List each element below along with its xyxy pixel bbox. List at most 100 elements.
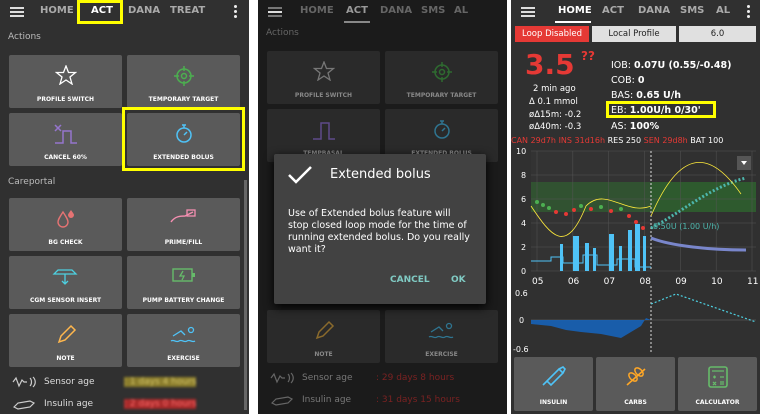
menu-icon[interactable] <box>10 7 24 17</box>
bg-point <box>641 226 645 230</box>
y-tick-label: 0.6 <box>515 289 528 298</box>
tab-act[interactable]: ACT <box>602 5 624 16</box>
tab-al[interactable]: AL <box>716 5 730 16</box>
profile-switch-button[interactable]: PROFILE SWITCH <box>9 55 122 108</box>
tab-dana[interactable]: DANA <box>638 5 670 16</box>
basal-bar <box>585 243 589 271</box>
bg-chart: 0246810 05 06 07 08 09 10 11 0.50U (1.00 U/h) <box>516 147 758 287</box>
as-label: AS: <box>611 121 627 132</box>
tab-home[interactable]: HOME <box>40 5 74 16</box>
y-tick-label: 6 <box>521 195 526 204</box>
y-tick-label: 2 <box>521 243 526 252</box>
cob-label: COB: <box>611 75 635 86</box>
calculator-label: CALCULATOR <box>695 399 740 406</box>
swimmer-icon <box>170 326 195 343</box>
y-tick-label: 10 <box>516 147 526 156</box>
basal-bar <box>635 224 640 271</box>
insulin-label: INSULIN <box>539 399 568 406</box>
delta: Δ 0.1 mmol <box>529 97 578 107</box>
overflow-menu-icon[interactable] <box>747 5 750 18</box>
cancel-tempbasal-icon <box>53 124 77 144</box>
y-tick-label: 0 <box>521 267 526 276</box>
exercise-label: EXERCISE <box>425 351 458 358</box>
prime-fill-button[interactable]: PRIME/FILL <box>127 198 240 251</box>
basal-bar <box>593 248 596 271</box>
tempbasal-icon <box>312 122 335 140</box>
scrollbar[interactable] <box>244 180 247 410</box>
menu-icon[interactable] <box>521 7 535 17</box>
y-tick-label: -0.6 <box>513 345 529 354</box>
tab-dana[interactable]: DANA <box>128 5 160 16</box>
tab-al[interactable]: AL <box>454 5 468 16</box>
stopwatch-icon <box>433 120 450 139</box>
insulin-button[interactable]: INSULIN <box>514 357 593 411</box>
tab-sms[interactable]: SMS <box>680 5 704 16</box>
pump-battery-change-label: PUMP BATTERY CHANGE <box>142 297 225 304</box>
insulin-age: INS 31d16h <box>558 136 606 145</box>
bg-point <box>599 205 603 209</box>
tab-sms[interactable]: SMS <box>421 5 445 16</box>
dialog-message: Use of Extended bolus feature will stop … <box>288 208 470 255</box>
wheat-icon <box>625 367 646 386</box>
loop-status-button[interactable]: Loop Disabled <box>515 26 589 42</box>
temporary-target-button[interactable]: TEMPORARY TARGET <box>385 51 498 104</box>
pencil-icon <box>315 320 334 340</box>
cob-row: COB: 0 <box>611 75 645 86</box>
cancel-60-button[interactable]: CANCEL 60% <box>9 113 122 166</box>
insulin-age-value: : 31 days 15 hours <box>376 395 460 405</box>
syringe-icon <box>270 396 294 406</box>
syringe-icon <box>12 400 36 410</box>
dialog-ok-button[interactable]: OK <box>451 275 466 285</box>
profile-switch-label: PROFILE SWITCH <box>36 96 95 103</box>
dialog-title: Extended bolus <box>330 167 431 182</box>
menu-icon[interactable] <box>268 7 282 17</box>
bg-value: 3.5 <box>525 48 575 81</box>
bg-point <box>619 207 623 211</box>
overflow-menu-icon[interactable] <box>234 5 237 18</box>
bg-point <box>572 208 576 212</box>
tab-home[interactable]: HOME <box>300 5 334 16</box>
y-tick-label: 4 <box>521 219 526 228</box>
profile-button[interactable]: Local Profile <box>592 26 676 42</box>
top-bar: HOME ACT DANA TREAT <box>0 0 249 24</box>
tab-dana[interactable]: DANA <box>380 5 412 16</box>
bg-point <box>541 203 545 207</box>
prediction-annotation: 0.50U (1.00 U/h) <box>653 222 719 231</box>
insulin-age-label: Insulin age <box>44 399 94 409</box>
note-button[interactable]: NOTE <box>9 314 122 367</box>
temporary-target-button[interactable]: TEMPORARY TARGET <box>127 55 240 108</box>
sensor-age-value: : 29 days 8 hours <box>376 373 455 383</box>
carbs-label: CARBS <box>624 399 647 406</box>
bg-point <box>609 209 613 213</box>
profile-switch-button[interactable]: PROFILE SWITCH <box>267 51 380 104</box>
calculator-button[interactable]: CALCULATOR <box>678 357 757 411</box>
bg-point <box>547 206 551 210</box>
pump-battery-change-button[interactable]: PUMP BATTERY CHANGE <box>127 256 240 309</box>
calculator-icon <box>707 366 728 388</box>
tab-home[interactable]: HOME <box>558 5 592 16</box>
tab-act[interactable]: ACT <box>346 5 368 16</box>
bg-point <box>627 214 631 218</box>
insulin-age-label: Insulin age <box>302 395 352 405</box>
note-button[interactable]: NOTE <box>267 310 380 363</box>
basal-bar <box>628 230 632 271</box>
highlight-extended-bolus <box>122 107 245 171</box>
bg-check-button[interactable]: BG CHECK <box>9 198 122 251</box>
crosshair-icon <box>431 62 452 82</box>
iob-value: 0.07U (0.55/-0.48) <box>634 60 732 71</box>
y-tick-labels: 0 2 4 6 8 10 <box>516 147 526 276</box>
target-button[interactable]: 6.0 <box>679 26 756 42</box>
sensor-age-value: : 1 days 4 hours <box>124 377 197 387</box>
extended-bolus-dialog-screen: HOME ACT DANA SMS AL Actions PROFILE SWI… <box>258 0 507 414</box>
sensor-age: SEN 29d8h <box>643 136 688 145</box>
temporary-target-label: TEMPORARY TARGET <box>148 96 219 103</box>
sensor-wave-icon <box>12 376 36 388</box>
cancel-60-label: CANCEL 60% <box>44 154 87 161</box>
exercise-button[interactable]: EXERCISE <box>385 310 498 363</box>
basal-bar <box>573 236 579 271</box>
carbs-button[interactable]: CARBS <box>596 357 675 411</box>
tab-treat[interactable]: TREAT <box>170 5 205 16</box>
cgm-sensor-insert-button[interactable]: CGM SENSOR INSERT <box>9 256 122 309</box>
exercise-button[interactable]: EXERCISE <box>127 314 240 367</box>
dialog-cancel-button[interactable]: CANCEL <box>390 275 430 285</box>
